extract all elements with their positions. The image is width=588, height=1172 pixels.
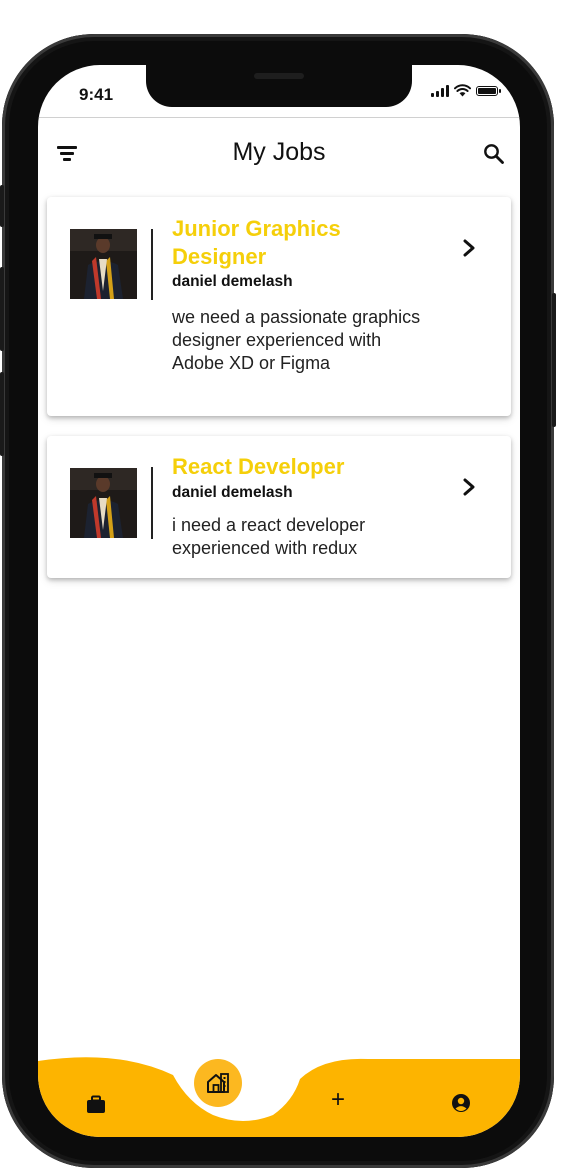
battery-icon bbox=[476, 85, 501, 96]
job-title: React Developer bbox=[172, 454, 345, 479]
add-job-button[interactable]: + bbox=[330, 1086, 350, 1116]
job-author: daniel demelash bbox=[172, 484, 293, 501]
phone-screen: 9:41 My Jobs Junior Graphics Designer da… bbox=[38, 65, 520, 1137]
home-nav-button[interactable] bbox=[194, 1059, 242, 1107]
job-description: i need a react developer experienced wit… bbox=[172, 515, 366, 558]
status-icons bbox=[431, 84, 501, 97]
chevron-right-icon[interactable] bbox=[461, 477, 477, 497]
job-title: Junior Graphics Designer bbox=[172, 216, 341, 269]
phone-power-button bbox=[552, 293, 556, 427]
job-description: we need a passionate graphics designer e… bbox=[172, 307, 421, 373]
card-divider bbox=[151, 229, 153, 300]
avatar bbox=[70, 229, 137, 299]
job-card[interactable]: Junior Graphics Designer daniel demelash… bbox=[47, 197, 511, 416]
job-card[interactable]: React Developer daniel demelash i need a… bbox=[47, 436, 511, 578]
phone-silent-switch bbox=[0, 185, 4, 227]
card-divider bbox=[151, 467, 153, 539]
home-building-icon bbox=[207, 1073, 229, 1093]
phone-volume-down bbox=[0, 372, 4, 456]
briefcase-icon[interactable] bbox=[86, 1095, 106, 1115]
speaker-grille bbox=[254, 73, 304, 79]
search-icon[interactable] bbox=[482, 142, 506, 166]
app-header: My Jobs bbox=[38, 117, 520, 184]
avatar bbox=[70, 468, 137, 538]
page-title: My Jobs bbox=[232, 138, 326, 166]
job-author: daniel demelash bbox=[172, 273, 293, 290]
cellular-signal-icon bbox=[431, 84, 449, 97]
user-circle-icon[interactable] bbox=[451, 1093, 471, 1113]
bottom-nav-background bbox=[38, 1057, 520, 1137]
phone-notch bbox=[146, 65, 412, 107]
wifi-icon bbox=[454, 84, 471, 97]
plus-icon: + bbox=[331, 1086, 346, 1113]
status-time: 9:41 bbox=[79, 85, 114, 104]
bottom-nav: + bbox=[38, 1055, 520, 1137]
chevron-right-icon[interactable] bbox=[461, 238, 477, 258]
phone-volume-up bbox=[0, 267, 4, 351]
